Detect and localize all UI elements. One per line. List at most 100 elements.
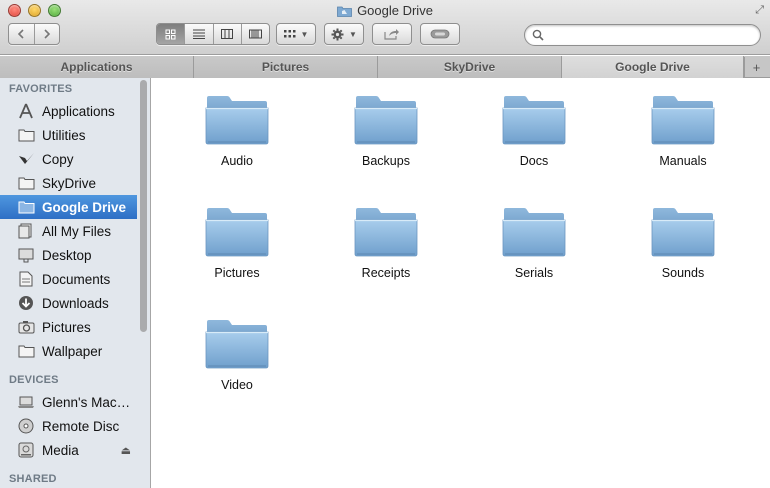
column-view-icon [221,29,234,39]
window-title-bar: Google Drive [0,3,770,18]
sidebar-item-applications[interactable]: Applications [0,99,137,123]
folder-item-receipts[interactable]: Receipts [331,206,441,280]
sidebar-item-desktop[interactable]: Desktop [0,243,137,267]
sidebar-item-label: Documents [42,271,111,287]
folder-item-backups[interactable]: Backups [331,94,441,168]
chevron-left-icon [18,29,24,39]
sidebar-item-pictures[interactable]: Pictures [0,315,137,339]
column-view-button[interactable] [214,24,242,44]
sidebar-item-label: Copy [42,151,74,167]
plus-icon: + [752,59,761,75]
window-title: Google Drive [357,3,433,18]
arrange-grid-icon [283,29,296,37]
folder-label: Docs [519,154,549,168]
sidebar-item-wallpaper[interactable]: Wallpaper [0,339,137,363]
camera-icon [17,319,35,335]
sidebar-item-label: Applications [42,103,115,119]
sidebar-item-label: Desktop [42,247,92,263]
coverflow-view-button[interactable] [242,24,269,44]
chevron-down-icon: ▼ [300,29,309,39]
icon-view-button[interactable] [157,24,186,44]
sidebar: FAVORITES Applications Utilities Copy Sk… [0,78,151,488]
google-drive-folder-icon [337,6,352,17]
laptop-icon [17,394,35,410]
all-files-icon [17,223,35,239]
folder-item-video[interactable]: Video [182,318,292,392]
folder-icon [651,96,715,145]
action-button[interactable]: ▼ [324,23,364,45]
sidebar-item-label: Glenn's Mac… [42,394,131,410]
folder-label: Audio [221,154,253,168]
arrange-button[interactable]: ▼ [276,23,316,45]
sidebar-item-utilities[interactable]: Utilities [0,123,137,147]
folder-icon [205,96,269,145]
folder-item-pictures[interactable]: Pictures [182,206,292,280]
sidebar-item-label: Utilities [42,127,86,143]
folder-icon [651,208,715,257]
folder-item-serials[interactable]: Serials [479,206,589,280]
icon-view-icon [165,29,176,39]
eject-icon[interactable]: ⏏ [121,444,131,457]
sidebar-item-media[interactable]: Media ⏏ [0,438,137,462]
share-button[interactable] [372,23,412,45]
downloads-icon [17,295,35,311]
sidebar-item-label: Downloads [42,295,109,311]
file-browser-content: Audio Backups Docs Manuals Pictures Rece… [152,78,770,488]
back-button[interactable] [9,24,35,44]
forward-button[interactable] [35,24,60,44]
sidebar-item-skydrive[interactable]: SkyDrive [0,171,137,195]
folder-icon [17,175,35,191]
tab-google-drive[interactable]: Google Drive [562,56,744,78]
new-tab-button[interactable]: + [744,57,768,77]
sidebar-item-glenns-mac[interactable]: Glenn's Mac… [0,390,137,414]
folder-icon [205,208,269,257]
folder-item-sounds[interactable]: Sounds [628,206,738,280]
sidebar-section-devices: DEVICES [9,374,59,386]
search-input[interactable] [524,24,761,46]
folder-item-audio[interactable]: Audio [182,94,292,168]
gear-icon [331,28,344,40]
list-view-button[interactable] [185,24,214,44]
sidebar-item-downloads[interactable]: Downloads [0,291,137,315]
sidebar-item-google-drive[interactable]: Google Drive [0,195,137,219]
fullscreen-icon[interactable]: ⤢ [755,4,764,17]
disc-icon [17,418,35,434]
folder-icon [17,343,35,359]
chevron-right-icon [44,29,50,39]
folder-icon [502,208,566,257]
folder-item-manuals[interactable]: Manuals [628,94,738,168]
folder-icon [502,96,566,145]
drive-icon [17,442,35,458]
folder-label: Sounds [661,266,705,280]
label-button[interactable] [420,23,460,45]
tab-skydrive[interactable]: SkyDrive [378,56,562,78]
tab-label: Applications [60,60,133,74]
list-view-icon [192,29,205,39]
tab-label: Pictures [261,60,310,74]
sidebar-section-shared: SHARED [9,473,57,485]
sidebar-item-all-my-files[interactable]: All My Files [0,219,137,243]
sidebar-item-label: Google Drive [42,199,127,215]
tab-label: Google Drive [615,60,690,74]
folder-icon [17,127,35,143]
folder-item-docs[interactable]: Docs [479,94,589,168]
coverflow-view-icon [248,29,262,39]
sidebar-item-copy[interactable]: Copy [0,147,137,171]
folder-icon [354,96,418,145]
tab-pictures[interactable]: Pictures [194,56,378,78]
documents-icon [17,271,35,287]
sidebar-item-remote-disc[interactable]: Remote Disc [0,414,137,438]
chevron-down-icon: ▼ [349,29,357,39]
sidebar-item-documents[interactable]: Documents [0,267,137,291]
sidebar-scrollbar[interactable] [140,80,147,332]
sidebar-section-favorites: FAVORITES [9,83,73,95]
sidebar-item-label: Media [42,442,79,458]
sidebar-item-label: Wallpaper [42,343,103,359]
folder-label: Serials [514,266,554,280]
sidebar-item-label: SkyDrive [42,175,97,191]
tab-applications[interactable]: Applications [0,56,194,78]
folder-label: Backups [362,154,410,168]
view-mode-control [156,23,270,45]
folder-label: Receipts [361,266,411,280]
folder-icon [205,320,269,369]
